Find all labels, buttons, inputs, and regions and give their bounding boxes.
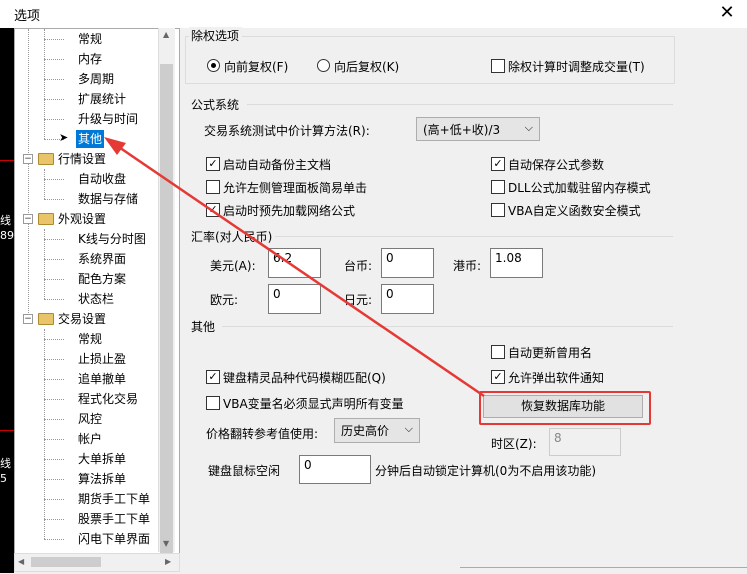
annotation-arrow [104,137,485,398]
